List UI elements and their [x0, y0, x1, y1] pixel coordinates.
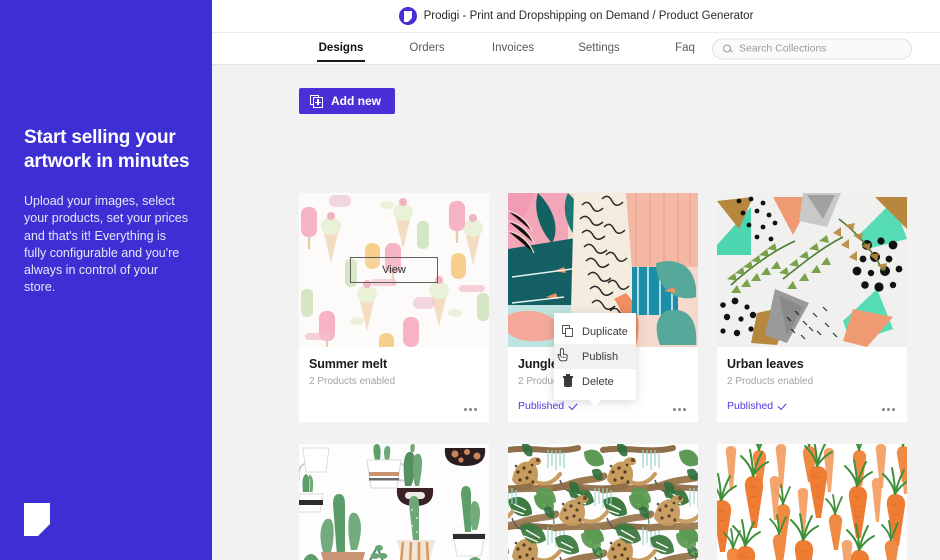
status-label: Published: [727, 400, 774, 412]
design-card-prickly-bunch[interactable]: Prickly bunch 2 Products enabled: [299, 444, 489, 560]
add-new-button[interactable]: Add new: [299, 88, 395, 114]
design-thumbnail[interactable]: View: [299, 193, 489, 347]
geometric-palm-pattern-art: [717, 193, 907, 347]
design-subtitle: 2 Products enabled: [727, 376, 814, 387]
design-more-menu-button[interactable]: [464, 408, 477, 411]
design-card-tree-top[interactable]: Tree top 2 Products enabled: [508, 444, 698, 560]
context-menu-label: Duplicate: [582, 325, 628, 338]
view-button[interactable]: View: [350, 257, 438, 283]
context-menu-label: Delete: [582, 375, 614, 388]
design-more-menu-button[interactable]: [673, 408, 686, 411]
prodigi-logo-icon: [398, 7, 417, 25]
design-thumbnail[interactable]: [299, 444, 489, 560]
design-card-urban-leaves[interactable]: Urban leaves 2 Products enabled Publishe…: [717, 193, 907, 422]
check-icon: [777, 400, 787, 410]
design-card-summer-melt[interactable]: View Summer melt 2 Products enabled: [299, 193, 489, 422]
prodigi-page-logo-icon: [24, 503, 50, 536]
status-label: Published: [518, 400, 565, 412]
design-thumbnail[interactable]: [717, 444, 907, 560]
main-area: Prodigi - Print and Dropshipping on Dema…: [212, 0, 940, 560]
tab-orders[interactable]: Orders: [384, 36, 470, 61]
design-more-menu-button[interactable]: [882, 408, 895, 411]
design-card-body: Summer melt 2 Products enabled: [299, 347, 489, 422]
context-menu-item-delete[interactable]: Delete: [554, 369, 636, 394]
sidebar-headline: Start selling your artwork in minutes: [24, 127, 190, 173]
brand: Prodigi - Print and Dropshipping on Dema…: [398, 7, 754, 25]
nav-bar: Designs Orders Invoices Settings Faq: [212, 33, 940, 65]
logo-page-shape: [403, 10, 412, 22]
tab-invoices[interactable]: Invoices: [470, 36, 556, 61]
context-menu-item-duplicate[interactable]: Duplicate: [554, 319, 636, 344]
leopard-branch-pattern-art: [508, 444, 698, 560]
search-input[interactable]: [739, 42, 901, 55]
app-title: Prodigi - Print and Dropshipping on Dema…: [423, 10, 754, 22]
potted-cactus-pattern-art: [299, 444, 489, 560]
tab-settings[interactable]: Settings: [556, 36, 642, 61]
context-menu-label: Publish: [582, 350, 619, 363]
add-new-label: Add new: [331, 94, 381, 108]
status-badge: Published: [518, 400, 578, 412]
design-context-menu[interactable]: Duplicate Publish Delete: [554, 313, 636, 400]
logo-fold: [38, 524, 50, 536]
context-menu-item-publish[interactable]: Publish: [554, 344, 636, 369]
check-icon: [568, 400, 578, 410]
mouse-pointer-hand-icon: [557, 348, 568, 362]
design-thumbnail[interactable]: [717, 193, 907, 347]
design-thumbnail[interactable]: [508, 444, 698, 560]
sidebar-body-text: Upload your images, select your products…: [24, 194, 188, 295]
duplicate-icon: [562, 325, 574, 338]
add-plus-square-icon: [310, 94, 323, 108]
design-title: Summer melt: [309, 357, 388, 371]
trash-icon: [562, 374, 574, 388]
design-card-body: Urban leaves 2 Products enabled Publishe…: [717, 347, 907, 422]
watercolor-carrot-pattern-art: [717, 444, 907, 560]
design-title: Urban leaves: [727, 357, 804, 371]
promo-sidebar: Start selling your artwork in minutes Up…: [0, 0, 212, 560]
search-collections-box[interactable]: [712, 38, 912, 59]
tab-designs[interactable]: Designs: [298, 36, 384, 61]
design-subtitle: 2 Products enabled: [309, 376, 396, 387]
design-card-strictly-carrots[interactable]: Strictly carrots 2 Products enabled: [717, 444, 907, 560]
search-icon: [723, 44, 732, 53]
top-header-bar: Prodigi - Print and Dropshipping on Dema…: [212, 0, 940, 33]
nav-tabs: Designs Orders Invoices Settings Faq: [298, 36, 728, 61]
status-badge: Published: [727, 400, 787, 412]
